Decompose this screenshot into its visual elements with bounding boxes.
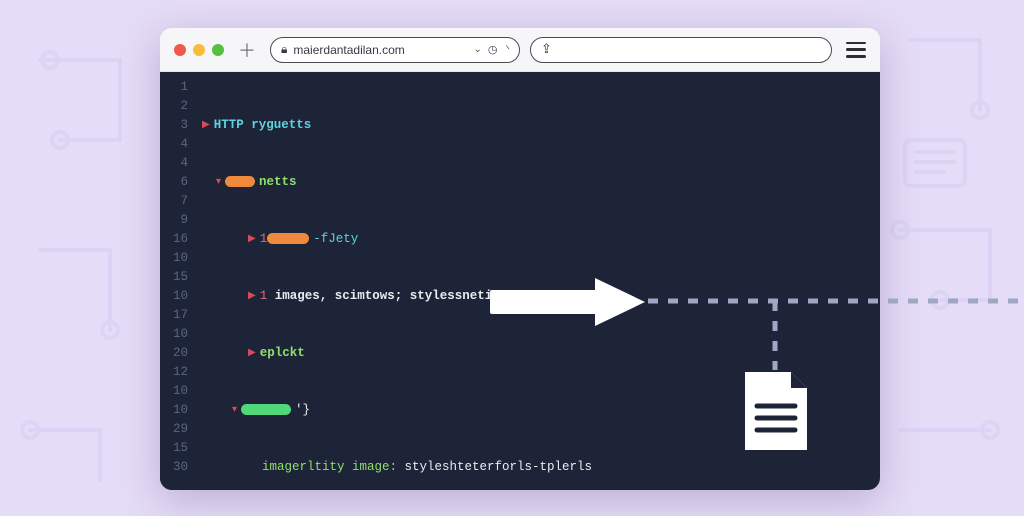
line-number: 15: [160, 439, 196, 458]
chevron-down-icon[interactable]: ⌄: [474, 44, 482, 55]
url-text: maierdantadilan.com: [293, 43, 467, 57]
action-icon[interactable]: ⸌: [504, 42, 510, 57]
line-number: 10: [160, 401, 196, 420]
line-number-gutter: 1234467916101510171020121010291530: [160, 72, 196, 490]
line-number: 10: [160, 325, 196, 344]
address-bar[interactable]: 🔒︎ maierdantadilan.com ⌄ ◷ ⸌: [270, 37, 520, 63]
line-number: 3: [160, 116, 196, 135]
line-number: 10: [160, 382, 196, 401]
line-number: 9: [160, 211, 196, 230]
line-number: 2: [160, 97, 196, 116]
line-number: 4: [160, 135, 196, 154]
line-number: 30: [160, 458, 196, 477]
menu-icon[interactable]: [846, 42, 866, 58]
line-number: 17: [160, 306, 196, 325]
maximize-icon[interactable]: [212, 44, 224, 56]
line-number: 1: [160, 78, 196, 97]
minimize-icon[interactable]: [193, 44, 205, 56]
close-icon[interactable]: [174, 44, 186, 56]
history-icon[interactable]: ◷: [488, 43, 498, 56]
browser-window: ＋ 🔒︎ maierdantadilan.com ⌄ ◷ ⸌ ⇪ 1234467…: [160, 28, 880, 490]
share-bar[interactable]: ⇪: [530, 37, 832, 63]
new-tab-button[interactable]: ＋: [234, 37, 260, 63]
line-number: 20: [160, 344, 196, 363]
line-number: 10: [160, 287, 196, 306]
line-number: 6: [160, 173, 196, 192]
line-number: 12: [160, 363, 196, 382]
line-number: 16: [160, 230, 196, 249]
lock-icon: 🔒︎: [281, 42, 287, 57]
line-number: 15: [160, 268, 196, 287]
traffic-lights[interactable]: [174, 44, 224, 56]
share-icon[interactable]: ⇪: [541, 42, 552, 57]
line-number: 7: [160, 192, 196, 211]
browser-toolbar: ＋ 🔒︎ maierdantadilan.com ⌄ ◷ ⸌ ⇪: [160, 28, 880, 72]
line-number: 29: [160, 420, 196, 439]
line-number: 4: [160, 154, 196, 173]
code-editor: 1234467916101510171020121010291530 ▶HTTP…: [160, 72, 880, 490]
line-number: 10: [160, 249, 196, 268]
code-content: ▶HTTP ryguetts ▾netts ▶1-fJety ▶1 images…: [196, 72, 880, 490]
